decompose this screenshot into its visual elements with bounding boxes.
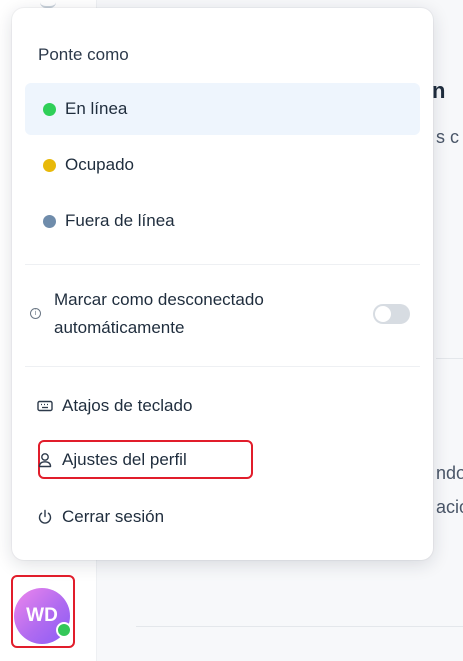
profile-status-menu: Ponte como En línea Ocupado Fuera de lín… bbox=[12, 8, 433, 560]
profile-settings-item[interactable]: Ajustes del perfil bbox=[36, 440, 187, 480]
sidebar-top-icon[interactable] bbox=[40, 0, 56, 8]
logout-item[interactable]: Cerrar sesión bbox=[36, 497, 164, 537]
background-divider bbox=[136, 626, 463, 627]
background-title-fragment: n bbox=[432, 78, 446, 103]
busy-dot-icon bbox=[43, 158, 56, 172]
status-option-busy[interactable]: Ocupado bbox=[25, 139, 420, 191]
logout-label: Cerrar sesión bbox=[62, 507, 165, 526]
status-option-label: En línea bbox=[65, 99, 128, 118]
menu-divider bbox=[25, 264, 420, 265]
status-option-online[interactable]: En línea bbox=[25, 83, 420, 135]
power-icon bbox=[36, 508, 54, 526]
avatar-status-dot-icon bbox=[56, 622, 72, 638]
background-subtitle-fragment: s c bbox=[436, 127, 460, 147]
offline-dot-icon bbox=[43, 214, 56, 228]
info-icon: i bbox=[30, 308, 41, 319]
auto-offline-row: i Marcar como desconectado automáticamen… bbox=[30, 286, 420, 342]
auto-offline-toggle[interactable] bbox=[373, 304, 410, 324]
menu-heading: Ponte como bbox=[38, 45, 129, 64]
auto-offline-label: Marcar como desconectado automáticamente bbox=[54, 290, 264, 337]
user-icon bbox=[36, 451, 54, 469]
keyboard-shortcuts-label: Atajos de teclado bbox=[62, 396, 193, 415]
keyboard-shortcuts-item[interactable]: Atajos de teclado bbox=[36, 386, 192, 426]
profile-settings-label: Ajustes del perfil bbox=[62, 450, 187, 469]
keyboard-icon bbox=[36, 397, 54, 415]
status-option-label: Ocupado bbox=[65, 155, 134, 174]
toggle-knob bbox=[375, 306, 391, 322]
background-text-fragment: ndo bbox=[436, 463, 463, 483]
background-text-fragment: acio bbox=[436, 497, 463, 517]
online-dot-icon bbox=[43, 102, 56, 116]
background-divider bbox=[436, 358, 463, 359]
menu-divider bbox=[25, 366, 420, 367]
status-option-offline[interactable]: Fuera de línea bbox=[25, 195, 420, 247]
status-option-label: Fuera de línea bbox=[65, 211, 175, 230]
